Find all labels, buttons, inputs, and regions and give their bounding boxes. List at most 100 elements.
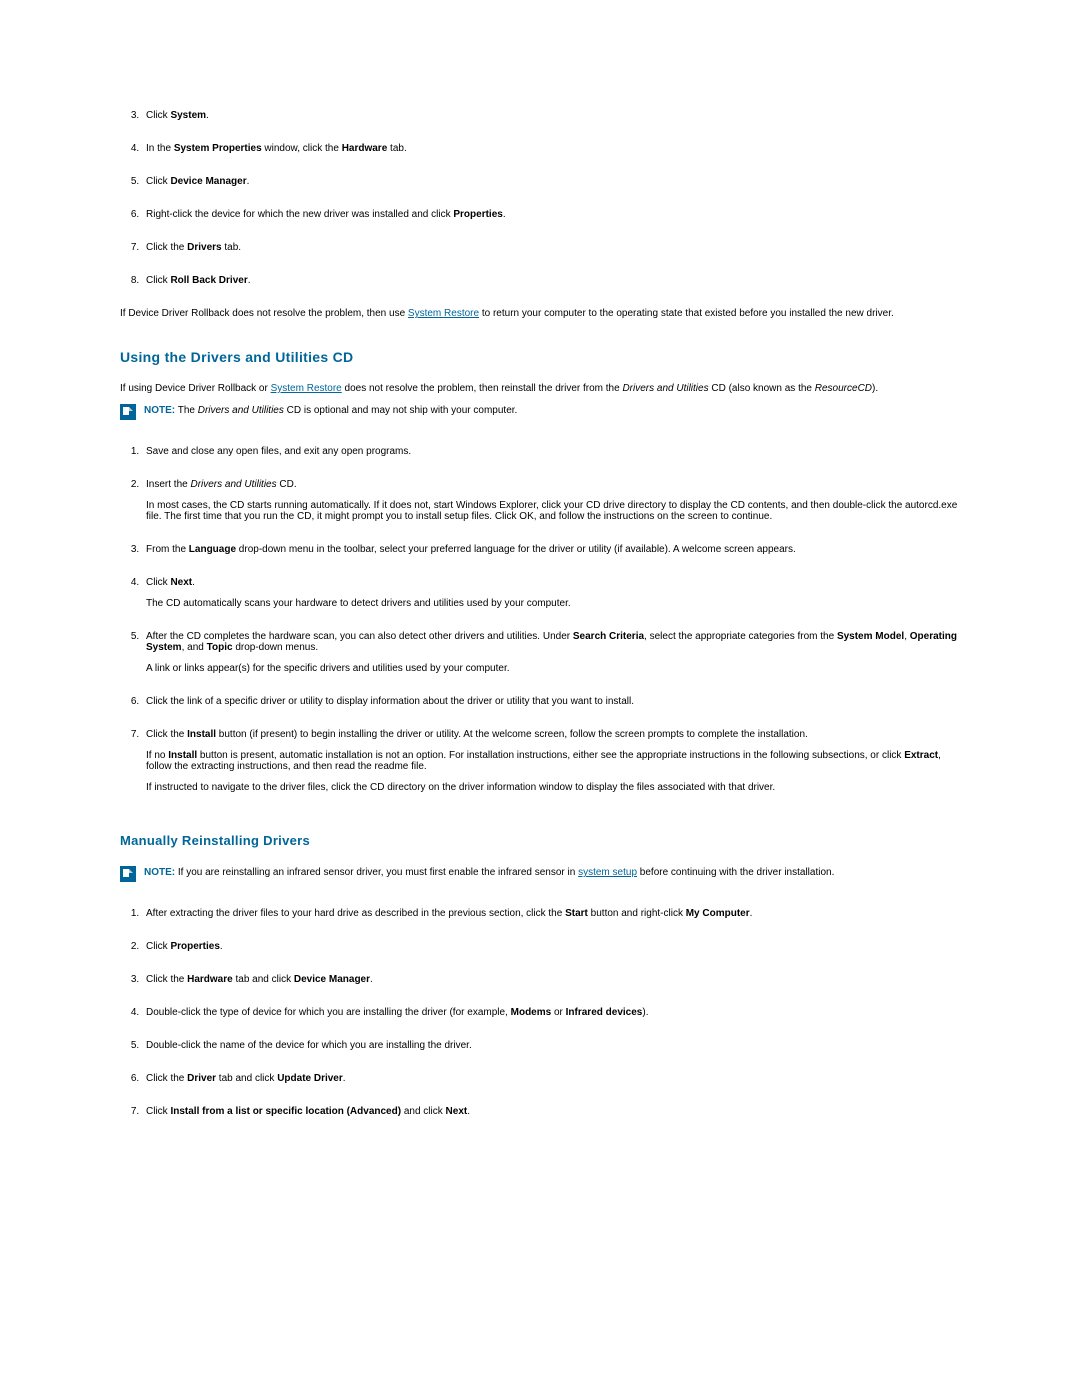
- step-item: Click the Drivers tab.: [142, 242, 960, 253]
- step-bold: Install: [187, 729, 216, 740]
- note-block: NOTE: The Drivers and Utilities CD is op…: [120, 404, 960, 420]
- paragraph-text: to return your computer to the operating…: [479, 308, 894, 319]
- step-text: tab and click: [233, 974, 294, 985]
- paragraph-text: If using Device Driver Rollback or: [120, 383, 271, 394]
- step-item: Click Properties.: [142, 941, 960, 952]
- step-bold: Hardware: [187, 974, 233, 985]
- step-text: Click: [146, 577, 170, 588]
- italic-text: Drivers and Utilities: [190, 479, 276, 490]
- paragraph-text: CD (also known as the: [709, 383, 815, 394]
- paragraph-text: ).: [872, 383, 878, 394]
- step-bold: System Model: [837, 631, 904, 642]
- step-text: Click: [146, 176, 170, 187]
- step-bold: System: [170, 110, 206, 121]
- step-item: Click Roll Back Driver.: [142, 275, 960, 286]
- note-icon: [120, 404, 136, 420]
- step-item: From the Language drop-down menu in the …: [142, 544, 960, 555]
- step-item: Click System.: [142, 110, 960, 121]
- step-item: Double-click the type of device for whic…: [142, 1007, 960, 1018]
- step-item: Insert the Drivers and Utilities CD. In …: [142, 479, 960, 522]
- step-text: After the CD completes the hardware scan…: [146, 631, 573, 642]
- cd-steps: Save and close any open files, and exit …: [120, 446, 960, 793]
- step-text: Click the: [146, 242, 187, 253]
- step-item: Click Install from a list or specific lo…: [142, 1106, 960, 1117]
- note-text: NOTE: If you are reinstalling an infrare…: [144, 866, 834, 879]
- step-bold: Device Manager: [294, 974, 370, 985]
- step-text: .: [248, 275, 251, 286]
- paragraph-text: does not resolve the problem, then reins…: [342, 383, 623, 394]
- step-text: button (if present) to begin installing …: [216, 729, 808, 740]
- step-text: Click: [146, 941, 170, 952]
- cd-intro-paragraph: If using Device Driver Rollback or Syste…: [120, 383, 960, 394]
- step-sub-paragraph: If instructed to navigate to the driver …: [146, 782, 960, 793]
- step-text: or: [551, 1007, 565, 1018]
- step-bold: Topic: [207, 642, 233, 653]
- step-text: Click: [146, 275, 170, 286]
- note-body: If you are reinstalling an infrared sens…: [175, 867, 578, 878]
- step-bold: Start: [565, 908, 588, 919]
- step-text: window, click the: [262, 143, 342, 154]
- step-text: button and right-click: [588, 908, 686, 919]
- step-bold: Infrared devices: [566, 1007, 643, 1018]
- step-sub-paragraph: In most cases, the CD starts running aut…: [146, 500, 960, 522]
- step-text: If no: [146, 750, 168, 761]
- step-bold: My Computer: [686, 908, 750, 919]
- step-text: .: [220, 941, 223, 952]
- step-text: .: [247, 176, 250, 187]
- rollback-tail-paragraph: If Device Driver Rollback does not resol…: [120, 308, 960, 319]
- note-label: NOTE:: [144, 405, 175, 416]
- step-text: Double-click the name of the device for …: [146, 1040, 472, 1051]
- step-bold: Driver: [187, 1073, 216, 1084]
- step-bold: Extract: [904, 750, 938, 761]
- step-text: .: [750, 908, 753, 919]
- step-sub-paragraph: If no Install button is present, automat…: [146, 750, 960, 772]
- document-page: Click System. In the System Properties w…: [0, 0, 1080, 1199]
- step-item: After the CD completes the hardware scan…: [142, 631, 960, 674]
- step-text: and click: [401, 1106, 445, 1117]
- step-text: , and: [182, 642, 207, 653]
- step-text: CD.: [277, 479, 297, 490]
- step-item: Click the Install button (if present) to…: [142, 729, 960, 793]
- step-text: drop-down menus.: [233, 642, 319, 653]
- step-text: Save and close any open files, and exit …: [146, 446, 411, 457]
- step-text: , select the appropriate categories from…: [644, 631, 837, 642]
- step-text: Click: [146, 1106, 170, 1117]
- step-item: After extracting the driver files to you…: [142, 908, 960, 919]
- system-restore-link[interactable]: System Restore: [271, 383, 342, 394]
- system-setup-link[interactable]: system setup: [578, 867, 637, 878]
- step-bold: Next: [446, 1106, 468, 1117]
- system-restore-link[interactable]: System Restore: [408, 308, 479, 319]
- step-item: Save and close any open files, and exit …: [142, 446, 960, 457]
- step-text: Click the: [146, 974, 187, 985]
- step-bold: Install from a list or specific location…: [170, 1106, 401, 1117]
- step-sub-paragraph: A link or links appear(s) for the specif…: [146, 663, 960, 674]
- manual-steps: After extracting the driver files to you…: [120, 908, 960, 1117]
- rollback-steps: Click System. In the System Properties w…: [120, 110, 960, 286]
- step-item: Right-click the device for which the new…: [142, 209, 960, 220]
- step-bold: Properties: [170, 941, 219, 952]
- step-text: tab and click: [216, 1073, 277, 1084]
- step-bold: Install: [168, 750, 197, 761]
- step-text: After extracting the driver files to you…: [146, 908, 565, 919]
- step-item: Click Next. The CD automatically scans y…: [142, 577, 960, 609]
- step-text: Click: [146, 110, 170, 121]
- step-bold: Properties: [453, 209, 502, 220]
- note-label: NOTE:: [144, 867, 175, 878]
- step-text: drop-down menu in the toolbar, select yo…: [236, 544, 796, 555]
- heading-manual-reinstall: Manually Reinstalling Drivers: [120, 833, 960, 848]
- step-sub-paragraph: The CD automatically scans your hardware…: [146, 598, 960, 609]
- step-item: Click the link of a specific driver or u…: [142, 696, 960, 707]
- step-bold: Drivers: [187, 242, 221, 253]
- step-text: .: [192, 577, 195, 588]
- step-item: Click Device Manager.: [142, 176, 960, 187]
- step-bold: Language: [189, 544, 236, 555]
- step-text: .: [503, 209, 506, 220]
- step-bold: Roll Back Driver: [170, 275, 247, 286]
- step-bold: Hardware: [342, 143, 388, 154]
- note-block: NOTE: If you are reinstalling an infrare…: [120, 866, 960, 882]
- note-icon: [120, 866, 136, 882]
- step-text: Click the: [146, 1073, 187, 1084]
- step-text: ).: [642, 1007, 648, 1018]
- step-bold: Update Driver: [277, 1073, 343, 1084]
- step-item: In the System Properties window, click t…: [142, 143, 960, 154]
